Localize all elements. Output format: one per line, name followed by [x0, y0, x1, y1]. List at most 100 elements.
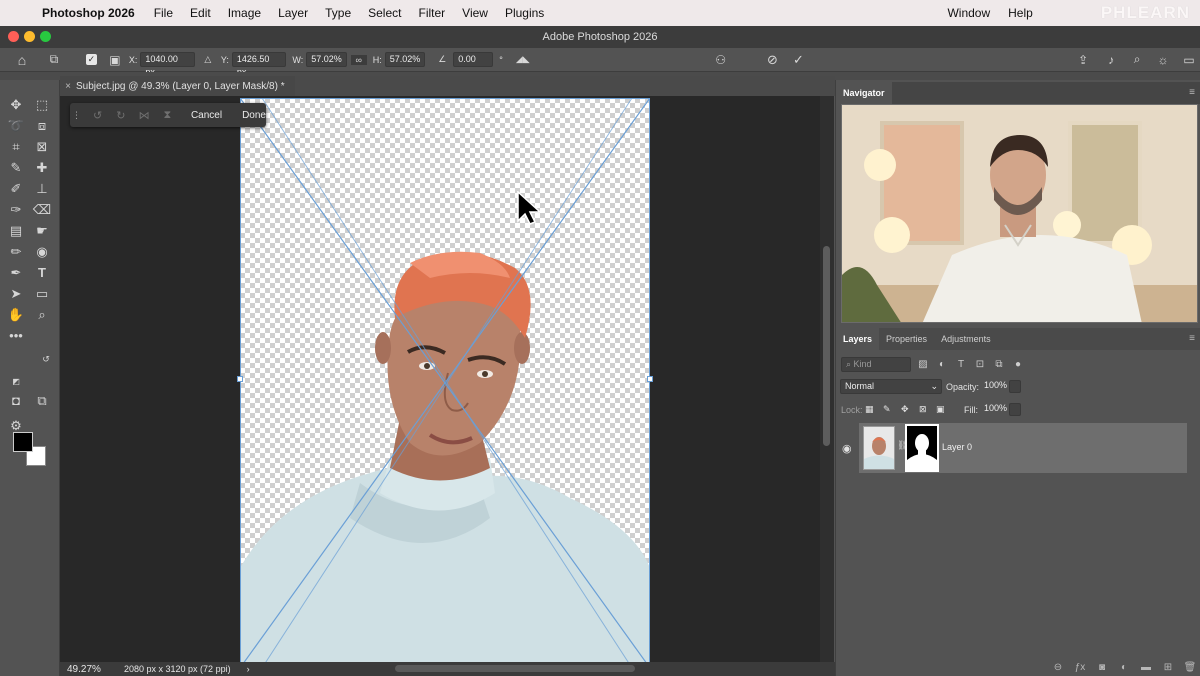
menu-layer[interactable]: Layer: [278, 6, 308, 20]
transform-tool-icon[interactable]: ⧉: [44, 52, 64, 67]
width-field[interactable]: 57.02%: [306, 52, 347, 67]
opacity-field[interactable]: 100%: [980, 379, 1008, 394]
blend-mode-select[interactable]: Normal ⌄: [840, 379, 942, 394]
menu-select[interactable]: Select: [368, 6, 401, 20]
zoom-level[interactable]: 49.27%: [67, 664, 124, 675]
brush-tool-icon[interactable]: ✐: [6, 180, 26, 198]
lock-artboard-icon[interactable]: ⊠: [919, 404, 927, 415]
default-colors-icon[interactable]: ◩: [6, 373, 26, 391]
link-icon[interactable]: ∞: [350, 54, 367, 65]
zoom-tool-icon[interactable]: ⌕: [32, 306, 52, 324]
new-group-icon[interactable]: ▬: [1135, 662, 1157, 673]
gradient-tool-icon[interactable]: ▤: [6, 222, 26, 240]
lock-position-icon[interactable]: ✥: [901, 404, 909, 415]
filter-shape-icon[interactable]: ⊡: [973, 359, 987, 370]
quick-mask-icon[interactable]: ◘: [6, 392, 26, 410]
stamp-tool-icon[interactable]: ⊥: [32, 180, 52, 198]
lightbulb-icon[interactable]: ☼: [1152, 53, 1174, 67]
hourglass-icon[interactable]: ⧗: [156, 109, 179, 122]
document-canvas[interactable]: [237, 98, 653, 662]
menu-view[interactable]: View: [462, 6, 488, 20]
done-button[interactable]: Done: [242, 107, 266, 124]
layer-filter-kind[interactable]: ⌕ Kind: [841, 357, 911, 372]
delta-icon[interactable]: △: [201, 54, 215, 65]
close-window-button[interactable]: [8, 31, 19, 42]
rectangle-tool-icon[interactable]: ▭: [32, 285, 52, 303]
hand-tool-icon[interactable]: ✋: [6, 306, 26, 324]
home-icon[interactable]: ⌂: [12, 52, 32, 68]
healing-brush-tool-icon[interactable]: ✚: [32, 159, 52, 177]
reference-point-checkbox[interactable]: ✓: [85, 54, 97, 65]
crop-tool-icon[interactable]: ⌗: [6, 138, 26, 156]
foreground-color-swatch[interactable]: [13, 432, 33, 452]
tab-adjustments[interactable]: Adjustments: [934, 328, 998, 350]
filter-toggle-icon[interactable]: ●: [1011, 359, 1025, 370]
status-menu-arrow[interactable]: ›: [247, 664, 250, 674]
share-icon[interactable]: ⇪: [1072, 53, 1094, 67]
search-icon[interactable]: ⌕: [1126, 52, 1148, 67]
tab-layers[interactable]: Layers: [836, 328, 880, 350]
lasso-tool-icon[interactable]: ➰: [6, 117, 26, 135]
object-select-tool-icon[interactable]: ⧈: [32, 117, 52, 135]
workspace-icon[interactable]: ▭: [1178, 53, 1200, 67]
history-brush-tool-icon[interactable]: ✑: [6, 201, 26, 219]
filter-pixel-icon[interactable]: ▨: [916, 359, 930, 370]
minimize-window-button[interactable]: [24, 31, 35, 42]
filter-type-icon[interactable]: T: [954, 359, 968, 370]
fill-field[interactable]: 100%: [980, 402, 1008, 417]
delete-layer-icon[interactable]: 🗑: [1179, 662, 1200, 673]
new-adjustment-icon[interactable]: ◐: [1113, 662, 1135, 673]
warp-icon[interactable]: ⚇: [712, 53, 730, 67]
lock-all-icon[interactable]: ▣: [936, 404, 945, 415]
edit-toolbar-icon[interactable]: ⚙: [6, 417, 26, 435]
transform-handle-left[interactable]: [237, 376, 243, 382]
flip-icon[interactable]: ⋈: [132, 109, 155, 122]
layer-thumbnail[interactable]: [863, 426, 895, 470]
menu-file[interactable]: File: [154, 6, 173, 20]
undo-icon[interactable]: ↺: [86, 109, 109, 122]
menu-window[interactable]: Window: [947, 6, 990, 20]
type-tool-icon[interactable]: T: [32, 264, 52, 282]
tab-properties[interactable]: Properties: [879, 328, 934, 350]
menu-filter[interactable]: Filter: [418, 6, 445, 20]
tab-navigator[interactable]: Navigator: [836, 82, 892, 104]
filter-smart-object-icon[interactable]: ⧉: [992, 359, 1006, 370]
dodge-tool-icon[interactable]: ✏: [6, 243, 26, 261]
height-field[interactable]: 57.02%: [384, 52, 426, 67]
transform-handle-right[interactable]: [647, 376, 653, 382]
menu-help[interactable]: Help: [1008, 6, 1033, 20]
redo-icon[interactable]: ↻: [109, 109, 132, 122]
close-document-icon[interactable]: ×: [60, 81, 76, 92]
bell-icon[interactable]: ♪: [1100, 53, 1122, 67]
filter-adjustment-icon[interactable]: ◐: [935, 359, 949, 370]
layer-mask-thumbnail[interactable]: [905, 424, 939, 472]
opacity-slider-toggle[interactable]: [1009, 380, 1021, 393]
document-tab[interactable]: × Subject.jpg @ 49.3% (Layer 0, Layer Ma…: [60, 76, 295, 96]
layer-name[interactable]: Layer 0: [942, 442, 972, 452]
app-menu[interactable]: Photoshop 2026: [42, 6, 135, 20]
fill-slider-toggle[interactable]: [1009, 403, 1021, 416]
menu-image[interactable]: Image: [228, 6, 261, 20]
horizontal-scroll-thumb[interactable]: [395, 665, 635, 672]
zoom-window-button[interactable]: [40, 31, 51, 42]
navigator-preview[interactable]: [841, 104, 1198, 323]
pen-tool-icon[interactable]: ✒: [6, 264, 26, 282]
cancel-transform-icon[interactable]: ⊘: [764, 52, 782, 68]
reference-point-icon[interactable]: ▣: [107, 53, 123, 67]
more-tools-icon[interactable]: •••: [6, 327, 26, 345]
eye-icon[interactable]: ◉: [842, 442, 852, 455]
canvas-area[interactable]: [60, 96, 820, 662]
vertical-scrollbar[interactable]: [820, 96, 834, 662]
move-tool-icon[interactable]: ✥: [6, 96, 26, 114]
marquee-tool-icon[interactable]: ⬚: [32, 96, 52, 114]
sponge-tool-icon[interactable]: ◉: [32, 243, 52, 261]
eraser-tool-icon[interactable]: ⌫: [32, 201, 52, 219]
lock-transparency-icon[interactable]: ▦: [865, 404, 874, 415]
menu-edit[interactable]: Edit: [190, 6, 211, 20]
swap-colors-icon[interactable]: ↺: [36, 350, 56, 368]
vertical-scroll-thumb[interactable]: [823, 246, 830, 446]
eyedropper-tool-icon[interactable]: ✎: [6, 159, 26, 177]
new-layer-icon[interactable]: ⊞: [1157, 662, 1179, 673]
x-position-field[interactable]: 1040.00 px: [140, 52, 195, 77]
path-select-tool-icon[interactable]: ➤: [6, 285, 26, 303]
